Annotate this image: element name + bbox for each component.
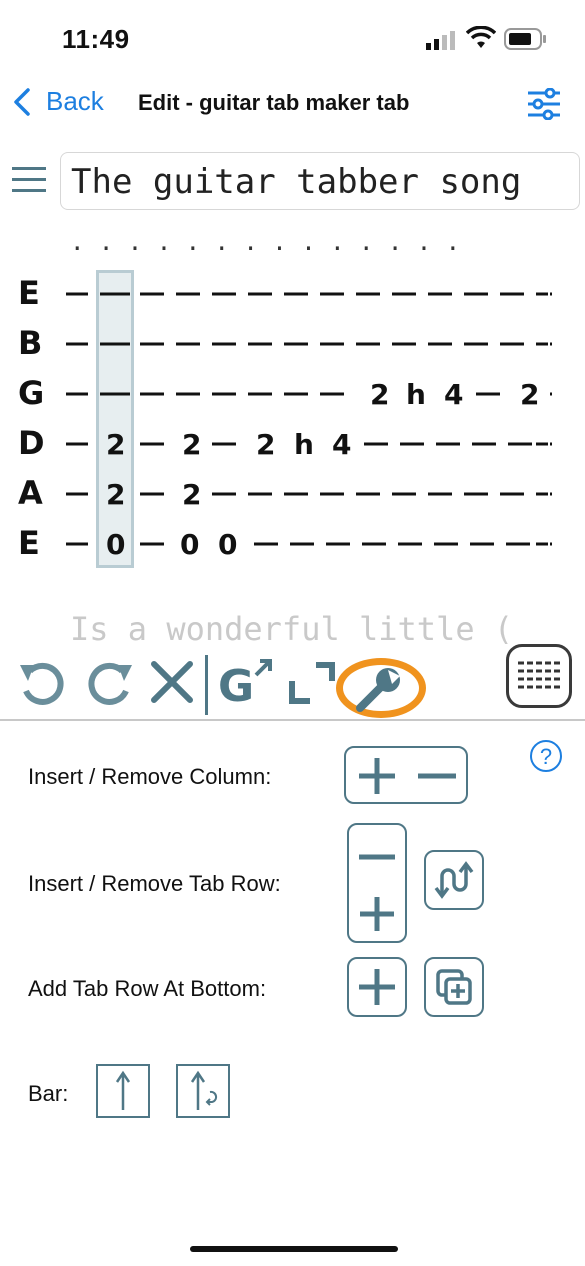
chord-button[interactable]: G (216, 652, 274, 712)
svg-text:h: h (406, 378, 426, 411)
song-title-input[interactable]: The guitar tabber song (60, 152, 580, 210)
add-bar-button[interactable] (96, 1064, 150, 1118)
expand-corners-icon (289, 662, 335, 704)
minus-icon (418, 773, 456, 779)
insert-remove-column-control (344, 746, 468, 804)
svg-text:h: h (294, 428, 314, 461)
bar-line-icon (115, 1070, 131, 1110)
battery-icon (504, 28, 548, 55)
wrench-icon (356, 668, 400, 712)
column-dots: . . . . . . . . . . . . . . (70, 228, 461, 256)
bar-label: Bar: (28, 1081, 69, 1106)
svg-text:2: 2 (106, 478, 125, 511)
add-tab-row-bottom-button[interactable] (347, 957, 407, 1017)
undo-button[interactable] (16, 652, 70, 712)
grid-lines-icon (518, 661, 560, 689)
add-repeat-bar-button[interactable] (176, 1064, 230, 1118)
insert-remove-tab-row-control (347, 823, 407, 943)
back-button[interactable]: Back (12, 86, 104, 117)
svg-text:2: 2 (182, 428, 201, 461)
expand-button[interactable] (286, 652, 336, 712)
tab-line (66, 342, 552, 346)
minus-icon (359, 854, 395, 860)
tab-line: 22 (66, 478, 552, 511)
insert-column-button[interactable] (348, 750, 406, 802)
tab-string-row[interactable]: E (0, 270, 585, 320)
insert-remove-tab-row-label: Insert / Remove Tab Row: (28, 871, 281, 896)
remove-tab-row-button[interactable] (349, 825, 405, 883)
tools-button[interactable] (352, 660, 404, 720)
duplicate-icon (436, 969, 472, 1005)
tab-string-row[interactable]: A 22 (0, 470, 585, 520)
tab-string-row[interactable]: G 2h42 (0, 370, 585, 420)
tab-line: 2h42 (66, 378, 552, 411)
delete-button[interactable] (148, 652, 196, 712)
remove-column-button[interactable] (408, 750, 466, 802)
chord-g-icon: G (218, 659, 272, 709)
swap-rows-icon (434, 861, 474, 899)
close-icon (151, 661, 193, 703)
plus-icon (360, 897, 394, 931)
svg-text:4: 4 (332, 428, 351, 461)
undo-icon (20, 662, 64, 705)
help-button[interactable]: ? (530, 740, 562, 772)
bar-repeat-icon (190, 1070, 218, 1110)
string-name: A (18, 474, 43, 512)
lyrics-line[interactable]: Is a wonderful little ( (70, 610, 585, 648)
svg-text:2: 2 (256, 428, 275, 461)
svg-text:0: 0 (180, 528, 199, 561)
swap-tab-row-button[interactable] (424, 850, 484, 910)
tab-line: 222h4 (66, 428, 552, 461)
chevron-left-icon (14, 87, 30, 116)
svg-text:0: 0 (106, 528, 125, 561)
tab-string-row[interactable]: D 222h4 (0, 420, 585, 470)
string-name: B (18, 324, 43, 362)
svg-text:0: 0 (218, 528, 237, 561)
tab-grid-button[interactable] (506, 644, 572, 708)
plus-icon (359, 758, 395, 794)
settings-sliders-button[interactable] (526, 87, 562, 125)
svg-text:2: 2 (370, 378, 389, 411)
status-time: 11:49 (62, 24, 130, 54)
tab-string-row[interactable]: B (0, 320, 585, 370)
back-label: Back (46, 86, 104, 116)
toolbar-separator (0, 719, 585, 721)
redo-button[interactable] (82, 652, 136, 712)
insert-tab-row-button[interactable] (349, 885, 405, 943)
wifi-icon (465, 25, 497, 55)
svg-text:2: 2 (520, 378, 539, 411)
duplicate-tab-row-button[interactable] (424, 957, 484, 1017)
tab-line: 000 (66, 528, 552, 561)
page-title: Edit - guitar tab maker tab (138, 90, 410, 115)
tab-line (66, 292, 552, 296)
svg-text:G: G (218, 661, 254, 709)
toolbar-divider (205, 655, 208, 715)
svg-text:2: 2 (182, 478, 201, 511)
svg-text:2: 2 (106, 428, 125, 461)
signal-icon (426, 30, 458, 55)
plus-icon (359, 969, 395, 1005)
string-name: E (18, 524, 40, 562)
string-name: E (18, 274, 40, 312)
hamburger-icon (12, 167, 46, 192)
insert-remove-column-label: Insert / Remove Column: (28, 764, 272, 789)
string-name: D (18, 424, 45, 462)
add-tab-row-bottom-label: Add Tab Row At Bottom: (28, 976, 267, 1001)
sliders-icon (528, 87, 560, 121)
svg-text:4: 4 (444, 378, 463, 411)
string-name: G (18, 374, 45, 412)
tab-string-row[interactable]: E 000 (0, 520, 585, 570)
redo-icon (88, 662, 132, 705)
menu-button[interactable] (12, 166, 48, 199)
home-indicator[interactable] (190, 1246, 398, 1252)
